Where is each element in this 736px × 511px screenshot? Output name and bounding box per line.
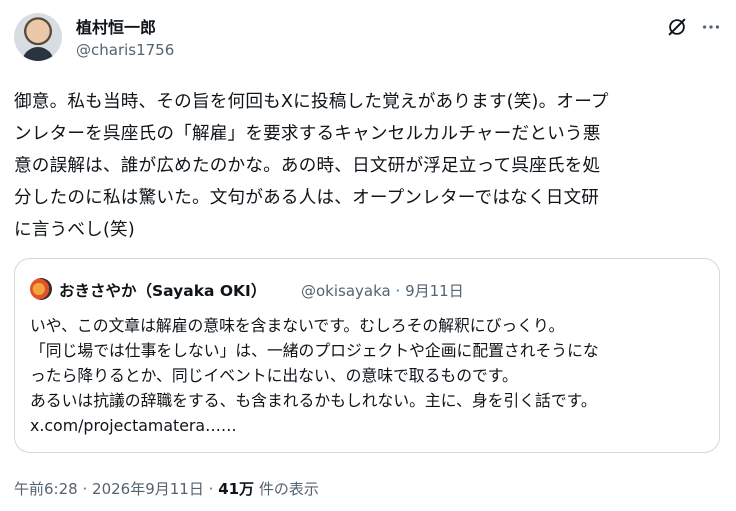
tweet-text: 御意。私も当時、その旨を何回もXに投稿した覚えがあります(笑)。オープ ンレター… xyxy=(14,92,609,240)
tweet-date[interactable]: 2026年9月11日 xyxy=(92,480,204,498)
quote-avatar xyxy=(30,278,52,300)
quote-handle: @okisayaka xyxy=(301,282,391,300)
quote-separator: · xyxy=(395,282,401,300)
footer-separator: · xyxy=(82,480,88,498)
quote-meta: @okisayaka · 9月11日 xyxy=(301,280,464,301)
more-icon xyxy=(702,25,720,29)
author-name[interactable]: 植村恒一郎 xyxy=(76,14,156,38)
quoted-tweet[interactable]: おきさやか（Sayaka OKI） @okisayaka · 9月11日 いや、… xyxy=(14,258,720,453)
tweet-time[interactable]: 午前6:28 xyxy=(14,480,78,498)
author-handle[interactable]: @charis1756 xyxy=(76,41,174,59)
grok-button[interactable] xyxy=(664,14,690,40)
views-count: 41万 xyxy=(218,480,255,498)
quote-text: いや、この文章は解雇の意味を含まないです。むしろその解釈にびっくり。 「同じ場で… xyxy=(30,316,599,435)
quote-author-name: おきさやか（Sayaka OKI） xyxy=(59,282,267,300)
author-avatar[interactable] xyxy=(14,13,62,61)
grok-icon xyxy=(668,18,686,36)
footer-separator: · xyxy=(208,480,214,498)
more-button[interactable] xyxy=(698,14,724,40)
views-label: 件の表示 xyxy=(258,480,319,498)
tweet-footer: 午前6:28 · 2026年9月11日 · 41万 件の表示 xyxy=(14,478,319,499)
quote-date: 9月11日 xyxy=(405,282,464,300)
